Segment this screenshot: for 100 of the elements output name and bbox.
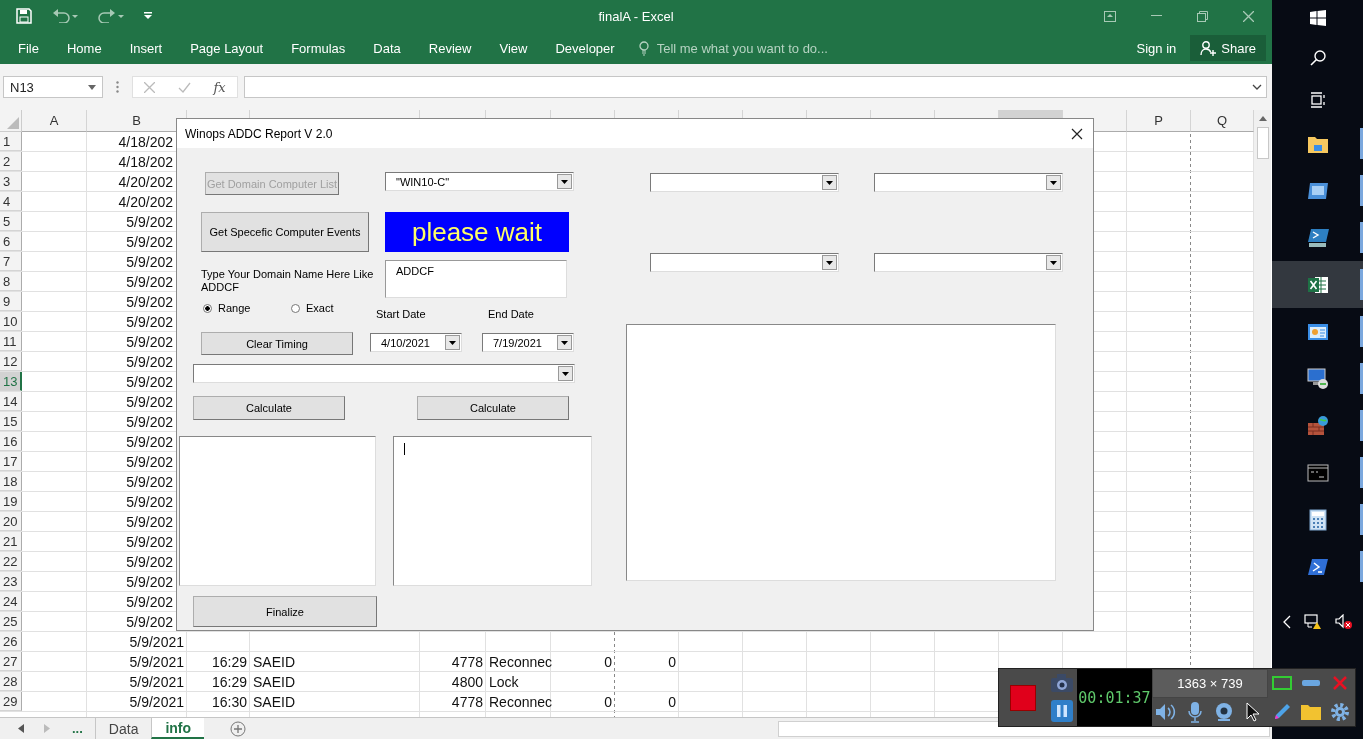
end-date-dropdown[interactable]: 7/19/2021 — [482, 333, 574, 352]
dropdown-field[interactable] — [874, 173, 1063, 192]
computer-events-button[interactable]: Get Specefic Computer Events — [201, 212, 369, 252]
row-header[interactable]: 5 — [0, 212, 22, 231]
dropdown-button[interactable] — [1046, 255, 1061, 270]
minimize-icon[interactable] — [1302, 680, 1321, 687]
domain-input[interactable]: ADDCF — [385, 260, 567, 298]
microphone-icon[interactable] — [1188, 700, 1203, 723]
minimize-icon[interactable] — [1151, 15, 1162, 17]
pause-icon[interactable] — [1050, 700, 1073, 723]
row-header[interactable]: 14 — [0, 392, 22, 411]
sign-in-link[interactable]: Sign in — [1130, 39, 1183, 57]
row-header[interactable]: 15 — [0, 412, 22, 431]
row-header[interactable]: 27 — [0, 652, 22, 671]
column-header[interactable]: Q — [1191, 110, 1254, 132]
camera-icon[interactable] — [1049, 672, 1074, 693]
scroll-thumb[interactable] — [1256, 127, 1269, 159]
ribbon-tab[interactable]: Developer — [545, 40, 625, 56]
ribbon-display-icon[interactable] — [1104, 10, 1116, 22]
dropdown-button[interactable] — [822, 255, 837, 270]
region-icon[interactable] — [1272, 676, 1293, 691]
row-header[interactable]: 12 — [0, 352, 22, 371]
calculate-button[interactable]: Calculate — [417, 396, 569, 420]
settings-icon[interactable] — [1330, 701, 1351, 722]
row-header[interactable]: 1 — [0, 132, 22, 151]
row-header[interactable]: 11 — [0, 332, 22, 351]
chevron-left-icon[interactable] — [1282, 615, 1291, 629]
ribbon-tab[interactable]: Data — [363, 40, 411, 56]
row-header[interactable]: 17 — [0, 452, 22, 471]
row-header[interactable]: 29 — [0, 692, 22, 711]
row-header[interactable]: 19 — [0, 492, 22, 511]
row-header[interactable]: 4 — [0, 192, 22, 211]
row-header[interactable]: 18 — [0, 472, 22, 491]
dropdown-field[interactable] — [650, 253, 839, 272]
dropdown-button[interactable] — [558, 366, 573, 381]
row-header[interactable]: 10 — [0, 312, 22, 331]
dropdown-button[interactable] — [557, 174, 572, 189]
dropdown-button[interactable] — [1046, 175, 1061, 190]
ribbon-tab[interactable]: File — [8, 40, 49, 56]
row-header[interactable]: 25 — [0, 612, 22, 631]
scroll-up-icon[interactable] — [1258, 116, 1267, 121]
ribbon-tab[interactable]: Home — [56, 40, 112, 56]
clear-timing-button[interactable]: Clear Timing — [201, 332, 353, 355]
row-header[interactable]: 13 — [0, 372, 22, 391]
pencil-icon[interactable] — [1272, 701, 1293, 722]
webcam-icon[interactable] — [1214, 701, 1235, 722]
dropdown-field[interactable] — [193, 364, 575, 383]
row-header[interactable]: 23 — [0, 572, 22, 591]
insert-function-button[interactable]: fx — [213, 79, 226, 95]
row-header[interactable]: 7 — [0, 252, 22, 271]
add-sheet-icon[interactable] — [230, 720, 247, 737]
column-header[interactable]: P — [1127, 110, 1191, 132]
dropdown-caret-icon[interactable] — [88, 84, 96, 90]
row-header[interactable]: 24 — [0, 592, 22, 611]
cursor-icon[interactable] — [1246, 701, 1261, 722]
share-button[interactable]: Share — [1190, 35, 1266, 61]
calculate-button[interactable]: Calculate — [193, 396, 345, 420]
dropdown-field[interactable] — [874, 253, 1063, 272]
ribbon-tab[interactable]: Page Layout — [180, 40, 274, 56]
ribbon-tab[interactable]: View — [489, 40, 538, 56]
radio-button[interactable] — [291, 303, 300, 313]
redo-icon[interactable] — [98, 9, 124, 23]
close-icon[interactable] — [1071, 127, 1083, 140]
sheet-tab[interactable]: info — [151, 718, 205, 739]
dropdown-button[interactable] — [822, 175, 837, 190]
taskbar-app[interactable] — [1272, 261, 1363, 308]
speaker-icon[interactable] — [1155, 702, 1178, 721]
row-header[interactable]: 22 — [0, 552, 22, 571]
dropdown-button[interactable] — [557, 335, 572, 350]
save-icon[interactable] — [16, 8, 32, 24]
ribbon-tab[interactable]: Formulas — [281, 40, 356, 56]
row-header[interactable]: 3 — [0, 172, 22, 191]
row-header[interactable]: 9 — [0, 292, 22, 311]
dropdown-field[interactable] — [650, 173, 839, 192]
scroll-left-icon[interactable] — [18, 724, 24, 733]
name-box[interactable]: N13 — [3, 76, 103, 98]
restore-icon[interactable] — [1197, 10, 1208, 22]
tell-me-field[interactable]: Tell me what you want to do... — [638, 39, 859, 57]
row-header[interactable]: 6 — [0, 232, 22, 251]
finalize-button[interactable]: Finalize — [193, 596, 377, 627]
speaker-muted-icon[interactable] — [1334, 614, 1353, 630]
dropdown-button[interactable] — [445, 335, 460, 350]
search-icon[interactable] — [1309, 50, 1326, 66]
row-header[interactable]: 16 — [0, 432, 22, 451]
computer-dropdown[interactable]: "WIN10-C" — [385, 172, 574, 191]
check-icon[interactable] — [177, 81, 191, 93]
row-header[interactable]: 28 — [0, 672, 22, 691]
customize-caret-icon[interactable] — [144, 12, 152, 20]
row-header[interactable]: 20 — [0, 512, 22, 531]
network-warning-icon[interactable] — [1303, 614, 1322, 630]
radio-button[interactable] — [203, 303, 212, 313]
more-sheets-button[interactable]: ... — [66, 720, 89, 737]
row-header[interactable]: 21 — [0, 532, 22, 551]
windows-logo-icon[interactable] — [1309, 10, 1326, 26]
column-header[interactable]: A — [22, 110, 87, 132]
start-date-dropdown[interactable]: 4/10/2021 — [370, 333, 462, 352]
expand-caret-icon[interactable] — [1252, 84, 1262, 90]
folder-icon[interactable] — [1300, 702, 1323, 721]
ribbon-tab[interactable]: Insert — [119, 40, 173, 56]
undo-icon[interactable] — [52, 9, 78, 23]
